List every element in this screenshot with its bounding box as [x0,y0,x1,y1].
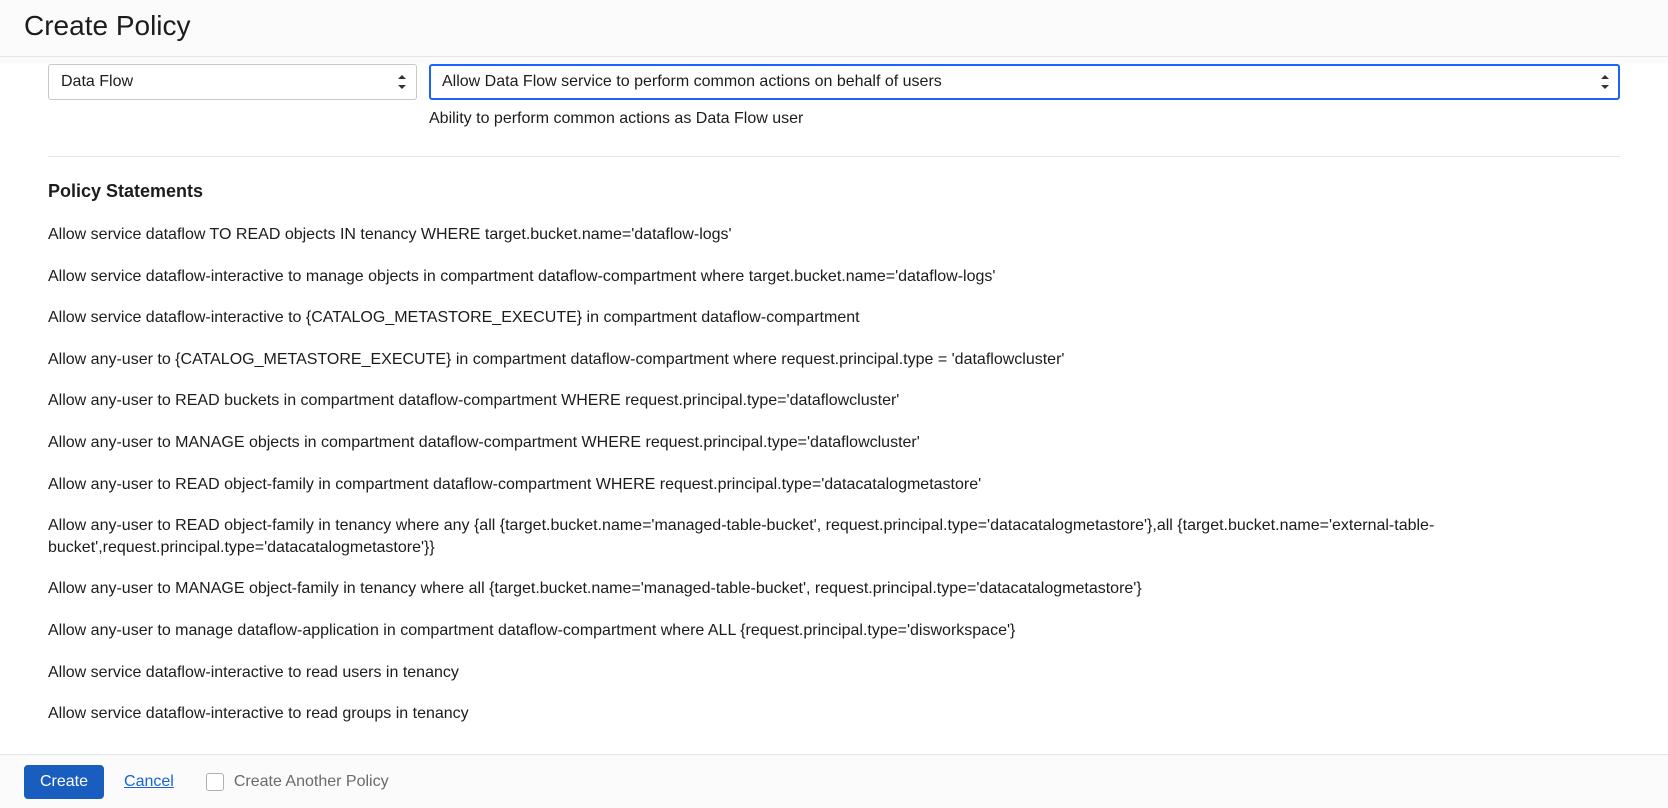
policy-statement: Allow any-user to MANAGE object-family i… [48,578,1620,600]
policy-statement: Allow service dataflow-interactive to {C… [48,307,1620,329]
policy-statement: Allow any-user to {CATALOG_METASTORE_EXE… [48,349,1620,371]
policy-statement: Allow service dataflow TO READ objects I… [48,224,1620,246]
policy-statement: Allow service dataflow-interactive to re… [48,662,1620,684]
selector-row: Data Flow Allow Data Flow service to per… [48,64,1620,100]
action-select-value: Allow Data Flow service to perform commo… [442,73,942,91]
footer-bar: Create Cancel Create Another Policy [0,754,1668,808]
cancel-link[interactable]: Cancel [124,773,174,791]
main-scroll-area[interactable]: Data Flow Allow Data Flow service to per… [0,64,1668,754]
policy-statement: Allow service dataflow-interactive to ma… [48,266,1620,288]
policy-statements-list: Allow service dataflow TO READ objects I… [48,224,1620,725]
service-select-value: Data Flow [61,73,133,91]
policy-statement: Allow any-user to MANAGE objects in comp… [48,432,1620,454]
service-select[interactable]: Data Flow [48,64,417,100]
page-title: Create Policy [24,10,1644,42]
content: Data Flow Allow Data Flow service to per… [0,64,1668,754]
action-helper-text: Ability to perform common actions as Dat… [429,110,1620,128]
action-select[interactable]: Allow Data Flow service to perform commo… [429,64,1620,100]
policy-statements-heading: Policy Statements [48,181,1620,202]
action-select-wrap: Allow Data Flow service to perform commo… [429,64,1620,100]
policy-statement: Allow service dataflow-interactive to re… [48,703,1620,725]
policy-statement: Allow any-user to READ object-family in … [48,474,1620,496]
policy-statement: Allow any-user to READ buckets in compar… [48,390,1620,412]
page-header: Create Policy [0,0,1668,57]
create-another-wrap: Create Another Policy [206,773,389,791]
divider [48,156,1620,157]
policy-statement: Allow any-user to manage dataflow-applic… [48,620,1620,642]
create-another-checkbox[interactable] [206,773,224,791]
service-select-wrap: Data Flow [48,64,417,100]
create-button[interactable]: Create [24,765,104,799]
create-another-label: Create Another Policy [234,773,389,791]
policy-statement: Allow any-user to READ object-family in … [48,515,1620,558]
